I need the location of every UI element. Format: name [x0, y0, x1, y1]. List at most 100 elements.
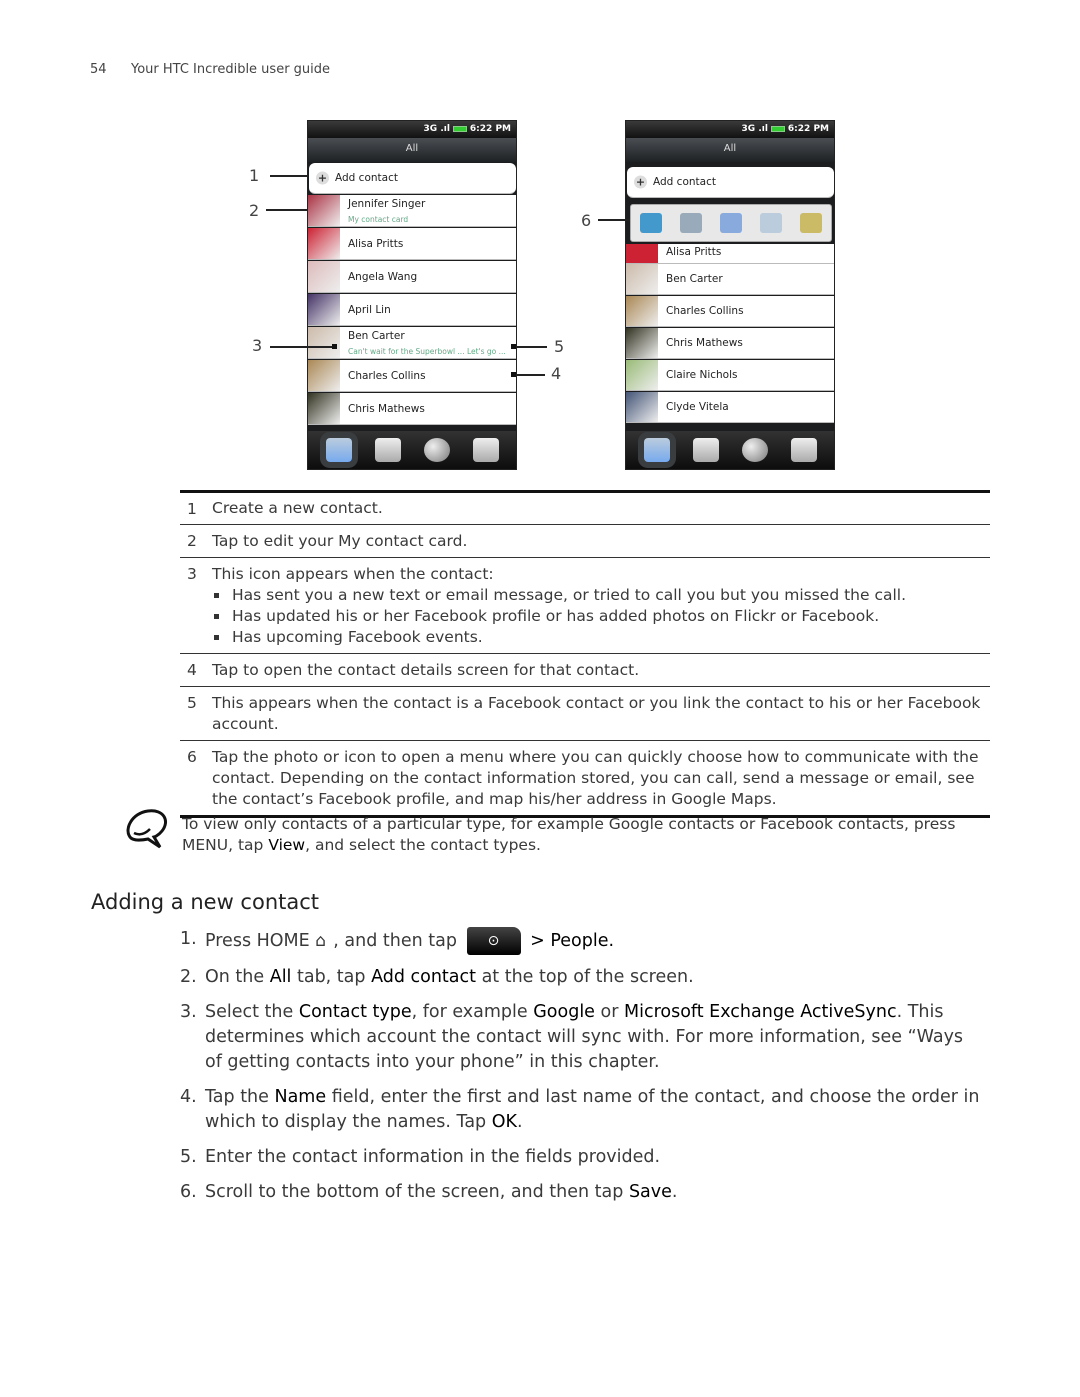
add-contact-button[interactable]: + Add contact	[627, 167, 834, 198]
tab-all[interactable]: All	[308, 138, 516, 162]
step-4: 4. Tap the Name field, enter the first an…	[180, 1085, 985, 1135]
bottom-tab-bar	[308, 431, 516, 469]
callout-line	[598, 219, 630, 221]
step-emphasis: Microsoft Exchange ActiveSync	[623, 1002, 897, 1022]
contact-name: April Lin	[348, 303, 391, 316]
legend-text: This appears when the contact is a Faceb…	[212, 694, 981, 733]
contact-photo[interactable]	[308, 228, 340, 259]
legend-row-2: 2 Tap to edit your My contact card.	[180, 524, 990, 557]
network-indicator: 3G	[741, 124, 756, 134]
contact-photo[interactable]	[308, 393, 340, 424]
contact-row-partial[interactable]: Alisa Pritts	[626, 244, 834, 264]
online-directory-tab-icon[interactable]	[741, 438, 768, 462]
online-directory-tab-icon[interactable]	[423, 438, 450, 462]
step-emphasis: All	[269, 967, 292, 987]
step-5: 5. Enter the contact information in the f…	[180, 1145, 985, 1170]
contact-row[interactable]: Angela Wang	[308, 261, 516, 293]
legend-number: 3	[187, 565, 197, 583]
legend-number: 2	[187, 532, 197, 550]
callout-dot	[511, 372, 516, 377]
note-text: To view only contacts of a particular ty…	[182, 814, 982, 856]
contact-name: Chris Mathews	[348, 402, 425, 415]
groups-tab-icon[interactable]	[692, 438, 719, 462]
step-number: 5.	[180, 1147, 197, 1167]
callout-legend-table: 1 Create a new contact. 2 Tap to edit your …	[180, 490, 990, 818]
plus-icon: +	[316, 171, 329, 185]
contact-photo[interactable]	[308, 195, 340, 226]
bullet-item: Has upcoming Facebook events.	[214, 627, 990, 648]
tab-all[interactable]: All	[626, 138, 834, 162]
contact-row[interactable]: Alisa Pritts	[308, 228, 516, 260]
contact-row[interactable]: Charles Collins	[308, 360, 516, 392]
contact-name: Chris Mathews	[666, 337, 743, 349]
call-history-tab-icon[interactable]	[472, 438, 499, 462]
bullet-item: Has sent you a new text or email message…	[214, 585, 990, 606]
status-bar: 3G .ıl 6:22 PM	[308, 121, 516, 138]
contact-row[interactable]: Charles Collins	[626, 296, 834, 327]
quick-contact-bar	[630, 204, 832, 242]
contact-list: + Add contact Alisa Pritts Ben Carter Char…	[626, 162, 834, 431]
contact-photo[interactable]	[308, 261, 340, 292]
clock: 6:22 PM	[787, 124, 829, 134]
step-3: 3. Select the Contact type, for example G…	[180, 1000, 985, 1075]
contact-photo[interactable]	[626, 264, 658, 294]
legend-bullets: Has sent you a new text or email message…	[212, 585, 990, 648]
map-icon[interactable]	[800, 213, 822, 233]
contacts-tab-icon[interactable]	[325, 438, 352, 462]
add-contact-label: Add contact	[653, 176, 716, 188]
battery-icon	[452, 125, 467, 132]
contact-row[interactable]: Jennifer Singer My contact card	[308, 195, 516, 227]
callout-dot	[511, 344, 516, 349]
contact-name: Ben Carter	[348, 330, 405, 342]
email-icon[interactable]	[760, 213, 782, 233]
facebook-icon[interactable]	[680, 213, 702, 233]
step-emphasis: Name	[274, 1087, 327, 1107]
contact-status: My contact card	[348, 215, 409, 224]
step-text: or	[594, 1002, 624, 1022]
step-emphasis: Save	[628, 1182, 672, 1202]
contact-photo[interactable]	[308, 360, 340, 391]
callout-5: 5	[554, 337, 565, 356]
contact-row[interactable]: April Lin	[308, 294, 516, 326]
callout-dot	[332, 344, 337, 349]
legend-text: Tap to open the contact details screen f…	[212, 661, 640, 679]
contact-name: Claire Nichols	[666, 369, 738, 381]
legend-row-4: 4 Tap to open the contact details screen …	[180, 653, 990, 686]
contact-photo[interactable]	[626, 360, 658, 390]
contact-name: Ben Carter	[666, 273, 723, 285]
contacts-tab-icon[interactable]	[643, 438, 670, 462]
contact-photo[interactable]	[626, 392, 658, 422]
call-history-tab-icon[interactable]	[790, 438, 817, 462]
contact-name: Jennifer Singer	[348, 198, 426, 210]
callout-6: 6	[581, 211, 592, 230]
legend-row-1: 1 Create a new contact.	[180, 490, 990, 524]
running-title: Your HTC Incredible user guide	[131, 62, 331, 77]
contact-row[interactable]: Chris Mathews	[626, 328, 834, 359]
legend-number: 6	[187, 748, 197, 766]
callout-1: 1	[249, 166, 260, 185]
groups-tab-icon[interactable]	[374, 438, 401, 462]
legend-text: Tap to edit your My contact card.	[212, 532, 468, 550]
contact-row[interactable]: Claire Nichols	[626, 360, 834, 391]
add-contact-button[interactable]: + Add contact	[309, 163, 516, 194]
phone-icon[interactable]	[640, 213, 662, 233]
contact-row[interactable]: Ben Carter Can't wait for the Superbowl .…	[308, 327, 516, 359]
legend-number: 5	[187, 694, 197, 712]
plus-icon: +	[634, 175, 647, 189]
note-text-part: , and select the contact types.	[305, 836, 541, 854]
contact-row[interactable]: Clyde Vitela	[626, 392, 834, 423]
contact-photo[interactable]	[626, 296, 658, 326]
contact-row[interactable]: Chris Mathews	[308, 393, 516, 425]
network-indicator: 3G	[423, 124, 438, 134]
contact-photo[interactable]	[626, 328, 658, 358]
status-bar: 3G .ıl 6:22 PM	[626, 121, 834, 138]
contact-row[interactable]: Ben Carter	[626, 264, 834, 295]
legend-number: 4	[187, 661, 197, 679]
message-icon[interactable]	[720, 213, 742, 233]
contact-photo[interactable]	[308, 327, 340, 358]
callout-line	[513, 346, 547, 348]
contact-photo[interactable]	[308, 294, 340, 325]
step-emphasis: Add contact	[371, 967, 476, 987]
contact-status: Can't wait for the Superbowl ... Let's g…	[348, 347, 506, 356]
legend-text: Create a new contact.	[212, 499, 383, 517]
